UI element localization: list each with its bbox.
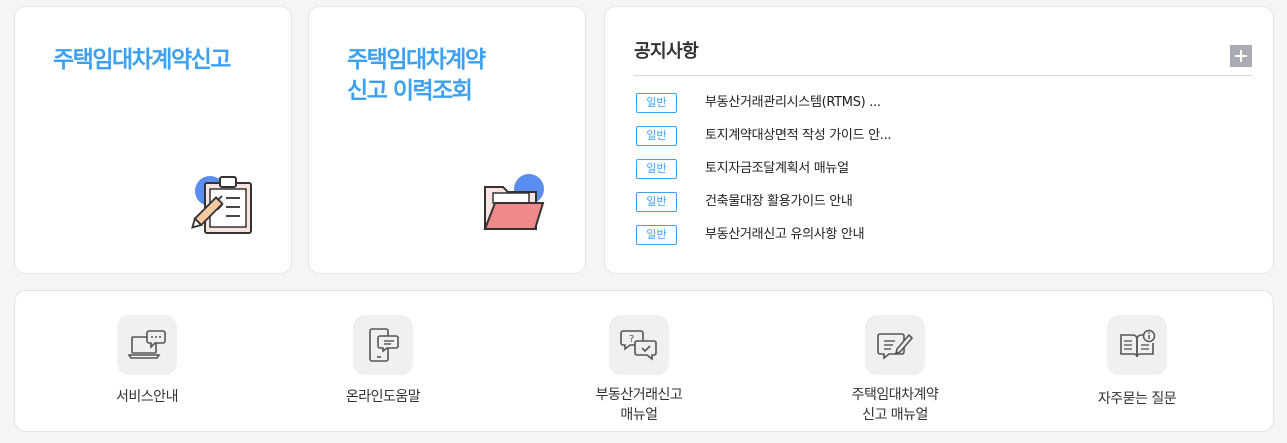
report-history-card[interactable]: 주택임대차계약 신고 이력조회: [308, 6, 586, 274]
report-history-title-line1: 주택임대차계약: [347, 47, 486, 73]
service-label: 주택임대차계약 신고 매뉴얼: [851, 387, 939, 423]
question-chat-icon: ?: [609, 315, 669, 375]
service-guide-button[interactable]: 서비스안내: [47, 291, 247, 433]
category-badge: 일반: [636, 225, 677, 245]
notice-title: 공지사항: [634, 41, 699, 62]
service-shortcuts: 서비스안내 온라인도움말 ? 부동산거래신고 매뉴얼 주택임대차계약 신고 매뉴…: [14, 290, 1274, 432]
notice-link[interactable]: 토지계약대상면적 작성 가이드 안...: [705, 126, 892, 146]
divider: [634, 75, 1253, 76]
faq-button[interactable]: 자주묻는 질문: [1037, 291, 1237, 433]
notice-item[interactable]: 일반 건축물대장 활용가이드 안내: [636, 192, 891, 225]
notice-panel: 공지사항 일반 부동산거래관리시스템(RTMS) ... 일반 토지계약대상면적…: [604, 6, 1274, 274]
notice-item[interactable]: 일반 토지자금조달계획서 매뉴얼: [636, 159, 891, 192]
pen-note-icon: [865, 315, 925, 375]
notice-item[interactable]: 일반 부동산거래신고 유의사항 안내: [636, 225, 891, 258]
notice-item[interactable]: 일반 부동산거래관리시스템(RTMS) ...: [636, 93, 891, 126]
notice-link[interactable]: 부동산거래신고 유의사항 안내: [705, 225, 865, 245]
mobile-chat-icon: [353, 315, 413, 375]
category-badge: 일반: [636, 159, 677, 179]
svg-text:?: ?: [629, 334, 634, 345]
lease-report-manual-button[interactable]: 주택임대차계약 신고 매뉴얼: [795, 291, 995, 433]
folder-icon: [481, 171, 549, 239]
service-label: 부동산거래신고 매뉴얼: [595, 387, 683, 423]
real-estate-manual-button[interactable]: ? 부동산거래신고 매뉴얼: [539, 291, 739, 433]
contract-report-card[interactable]: 주택임대차계약신고: [14, 6, 292, 274]
category-badge: 일반: [636, 192, 677, 212]
notice-item[interactable]: 일반 토지계약대상면적 작성 가이드 안...: [636, 126, 892, 159]
notice-link[interactable]: 토지자금조달계획서 매뉴얼: [705, 159, 849, 179]
category-badge: 일반: [636, 93, 677, 113]
online-help-button[interactable]: 온라인도움말: [283, 291, 483, 433]
report-history-title-line2: 신고 이력조회: [347, 78, 473, 104]
service-label: 온라인도움말: [345, 389, 421, 405]
service-label: 서비스안내: [116, 389, 178, 405]
plus-icon[interactable]: [1230, 45, 1252, 67]
notice-list: 일반 부동산거래관리시스템(RTMS) ... 일반 토지계약대상면적 작성 가…: [636, 93, 892, 258]
notice-link[interactable]: 건축물대장 활용가이드 안내: [705, 192, 853, 212]
contract-report-title: 주택임대차계약신고: [53, 47, 231, 73]
laptop-chat-icon: [117, 315, 177, 375]
category-badge: 일반: [636, 126, 677, 146]
notice-link[interactable]: 부동산거래관리시스템(RTMS) ...: [705, 93, 881, 113]
service-label: 자주묻는 질문: [1097, 391, 1177, 407]
book-info-icon: [1107, 315, 1167, 375]
report-history-title: 주택임대차계약 신고 이력조회: [347, 45, 486, 107]
clipboard-pen-icon: [189, 171, 255, 241]
